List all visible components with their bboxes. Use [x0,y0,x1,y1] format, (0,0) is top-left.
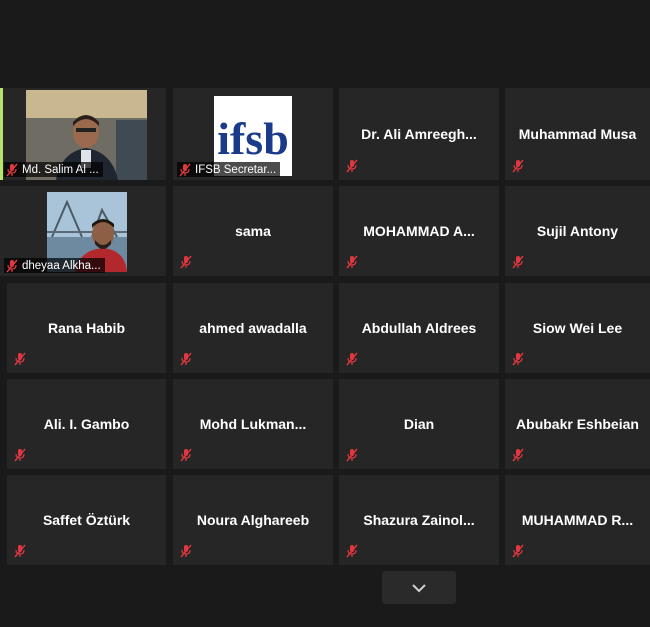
participant-tile[interactable]: ifsb IFSB Secretar... [173,88,333,180]
participant-name: MUHAMMAD R... [521,512,634,528]
participant-tile[interactable]: Siow Wei Lee [505,283,650,373]
ifsb-logo-text: ifsb [217,113,289,164]
participant-name: Shazura Zainol... [363,512,475,528]
gallery-grid: Md. Salim Al ... ifsb IFSB Secretar... D… [0,0,650,627]
mic-muted-icon [180,352,192,366]
participant-name: Dian [403,416,435,432]
participant-name: Muhammad Musa [518,126,637,142]
participant-tile[interactable]: Muhammad Musa [505,88,650,180]
mic-muted-icon [6,259,18,272]
participant-name: dheyaa Alkha... [22,259,101,272]
mic-muted-icon [14,448,26,462]
mic-muted-icon [346,255,358,269]
participant-name: Mohd Lukman... [199,416,307,432]
mic-muted-icon [180,544,192,558]
scroll-down-button[interactable] [382,571,456,604]
participant-name: MOHAMMAD A... [363,223,475,239]
participant-name: Rana Habib [47,320,125,336]
participant-tile[interactable]: MOHAMMAD A... [339,186,499,276]
participant-tile[interactable]: Ali. I. Gambo [7,379,166,469]
participant-label: IFSB Secretar... [177,162,281,177]
mic-muted-icon [346,352,358,366]
participant-tile[interactable]: Abdullah Aldrees [339,283,499,373]
chevron-down-icon [412,583,426,592]
participant-tile[interactable]: dheyaa Alkha... [0,186,166,276]
mic-muted-icon [346,448,358,462]
participant-tile[interactable]: sama [173,186,333,276]
participant-label: dheyaa Alkha... [4,258,105,273]
mic-muted-icon [512,544,524,558]
participant-name: Dr. Ali Amreegh... [361,126,477,142]
mic-muted-icon [346,544,358,558]
participant-name: Abubakr Eshbeian [516,416,639,432]
participant-label: Md. Salim Al ... [4,162,103,177]
mic-muted-icon [346,159,358,173]
participant-name: Noura Alghareeb [196,512,310,528]
participant-name: Md. Salim Al ... [22,163,99,176]
participant-name: ahmed awadalla [199,320,307,336]
mic-muted-icon [180,255,192,269]
mic-muted-icon [512,159,524,173]
participant-name: sama [235,223,271,239]
mic-muted-icon [512,352,524,366]
participant-tile[interactable]: Sujil Antony [505,186,650,276]
participant-name: Saffet Öztürk [42,512,131,528]
participant-name: Sujil Antony [536,223,619,239]
participant-tile[interactable]: Abubakr Eshbeian [505,379,650,469]
mic-muted-icon [6,163,18,176]
mic-muted-icon [180,448,192,462]
mic-muted-icon [14,544,26,558]
mic-muted-icon [512,255,524,269]
participant-tile[interactable]: Saffet Öztürk [7,475,166,565]
mic-muted-icon [14,352,26,366]
participant-tile[interactable]: ahmed awadalla [173,283,333,373]
participant-name: Siow Wei Lee [532,320,623,336]
mic-muted-icon [512,448,524,462]
participant-name: Abdullah Aldrees [361,320,477,336]
participant-tile[interactable]: Noura Alghareeb [173,475,333,565]
participant-tile[interactable]: Rana Habib [7,283,166,373]
mic-muted-icon [179,163,191,176]
participant-tile[interactable]: Dr. Ali Amreegh... [339,88,499,180]
participant-tile[interactable]: Dian [339,379,499,469]
participant-name: Ali. I. Gambo [43,416,130,432]
participant-tile[interactable]: Shazura Zainol... [339,475,499,565]
participant-tile[interactable]: Md. Salim Al ... [0,88,166,180]
participant-name: IFSB Secretar... [195,163,277,176]
participant-tile[interactable]: MUHAMMAD R... [505,475,650,565]
participant-tile[interactable]: Mohd Lukman... [173,379,333,469]
